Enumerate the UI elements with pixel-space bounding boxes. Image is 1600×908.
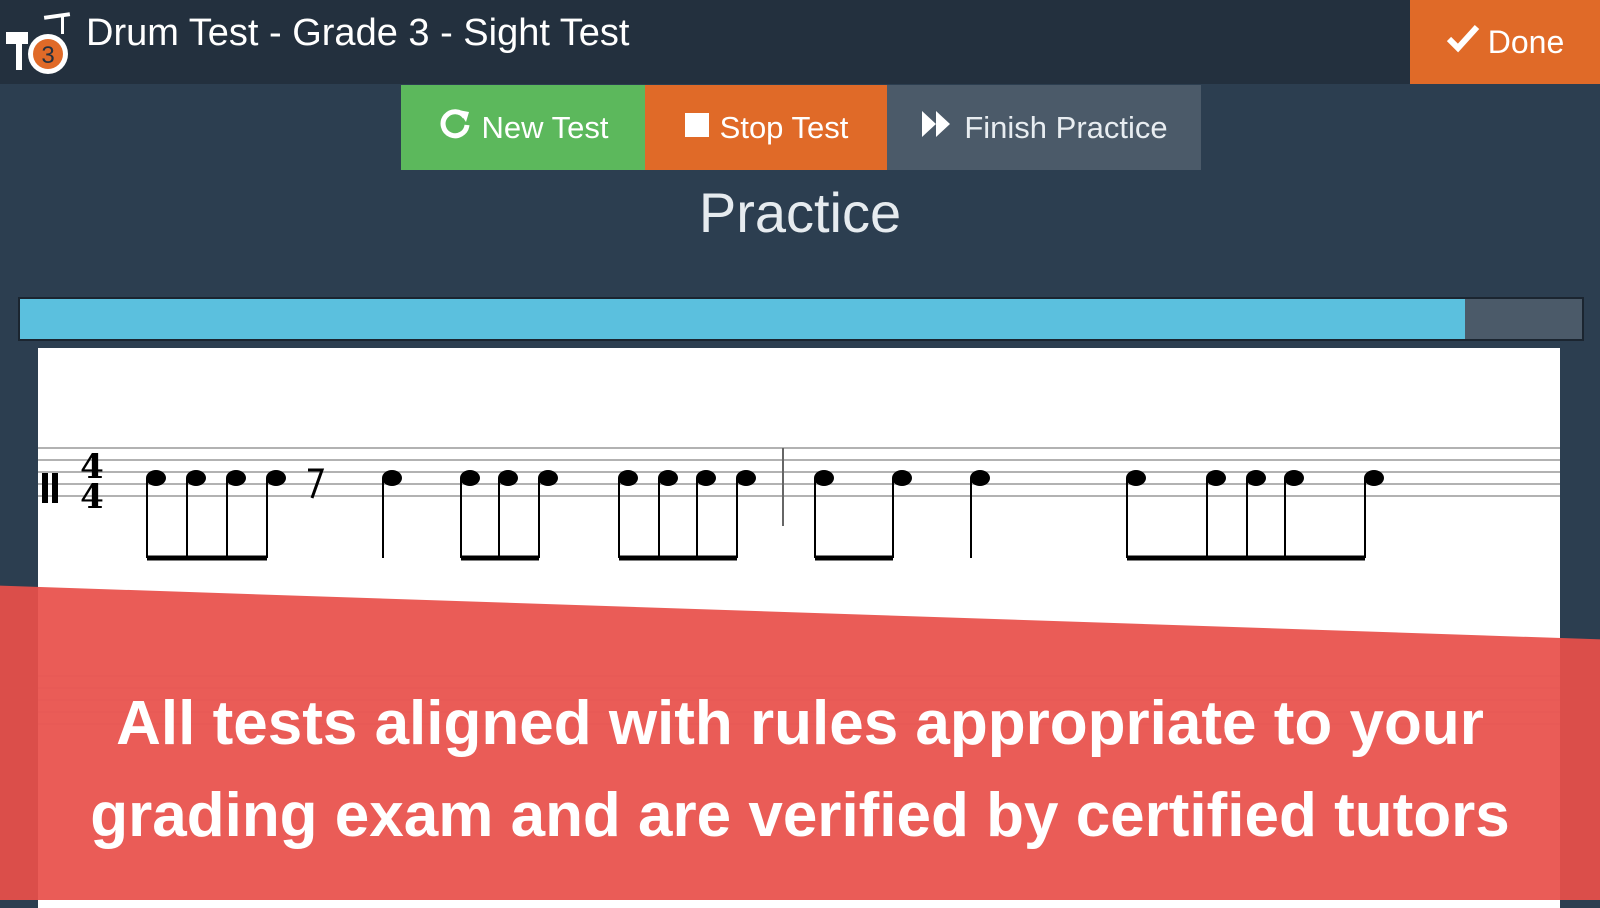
done-label: Done bbox=[1487, 23, 1565, 60]
finish-practice-label: Finish Practice bbox=[964, 109, 1168, 145]
note-head bbox=[892, 470, 912, 486]
notes-system-1 bbox=[146, 448, 1384, 561]
progress-bar bbox=[18, 297, 1584, 341]
finish-practice-button[interactable]: Finish Practice bbox=[887, 85, 1201, 170]
promo-line-1: All tests aligned with rules appropriate… bbox=[116, 689, 1484, 758]
header-bar: 3 Drum Test - Grade 3 - Sight Test Done bbox=[0, 0, 1600, 84]
mode-title: Practice bbox=[698, 181, 902, 244]
note-head bbox=[498, 470, 518, 486]
note-head bbox=[226, 470, 246, 486]
stop-test-label: Stop Test bbox=[719, 109, 849, 145]
note-head bbox=[460, 470, 480, 486]
grade-badge: 3 bbox=[41, 42, 54, 69]
fast-forward-icon bbox=[920, 109, 954, 147]
time-signature: 4 4 bbox=[80, 447, 104, 517]
note-head bbox=[266, 470, 286, 486]
note-head bbox=[538, 470, 558, 486]
test-toolbar: New Test Stop Test Finish Practice bbox=[401, 85, 1201, 170]
note-head bbox=[1284, 470, 1304, 486]
drum-kit-icon: 3 bbox=[4, 8, 74, 76]
stop-icon bbox=[684, 110, 710, 146]
check-icon bbox=[1446, 23, 1480, 61]
note-head bbox=[970, 470, 990, 486]
note-head bbox=[696, 470, 716, 486]
promo-text: All tests aligned with rules appropriate… bbox=[0, 678, 1600, 862]
refresh-icon bbox=[438, 107, 472, 149]
note-head bbox=[1206, 470, 1226, 486]
promo-line-2: grading exam and are verified by certifi… bbox=[90, 781, 1510, 850]
note-head bbox=[1246, 470, 1266, 486]
note-head bbox=[814, 470, 834, 486]
note-head bbox=[382, 470, 402, 486]
note-head bbox=[736, 470, 756, 486]
app-title: Drum Test - Grade 3 - Sight Test bbox=[86, 12, 630, 54]
note-head bbox=[1126, 470, 1146, 486]
new-test-button[interactable]: New Test bbox=[401, 85, 645, 170]
note-head bbox=[618, 470, 638, 486]
stop-test-button[interactable]: Stop Test bbox=[645, 85, 887, 170]
note-head bbox=[186, 470, 206, 486]
note-head bbox=[146, 470, 166, 486]
done-button[interactable]: Done bbox=[1410, 0, 1600, 84]
time-sig-bottom: 4 bbox=[80, 477, 104, 517]
note-head bbox=[658, 470, 678, 486]
percussion-clef bbox=[42, 473, 58, 503]
new-test-label: New Test bbox=[481, 109, 609, 145]
progress-fill bbox=[20, 299, 1465, 339]
note-head bbox=[1364, 470, 1384, 486]
